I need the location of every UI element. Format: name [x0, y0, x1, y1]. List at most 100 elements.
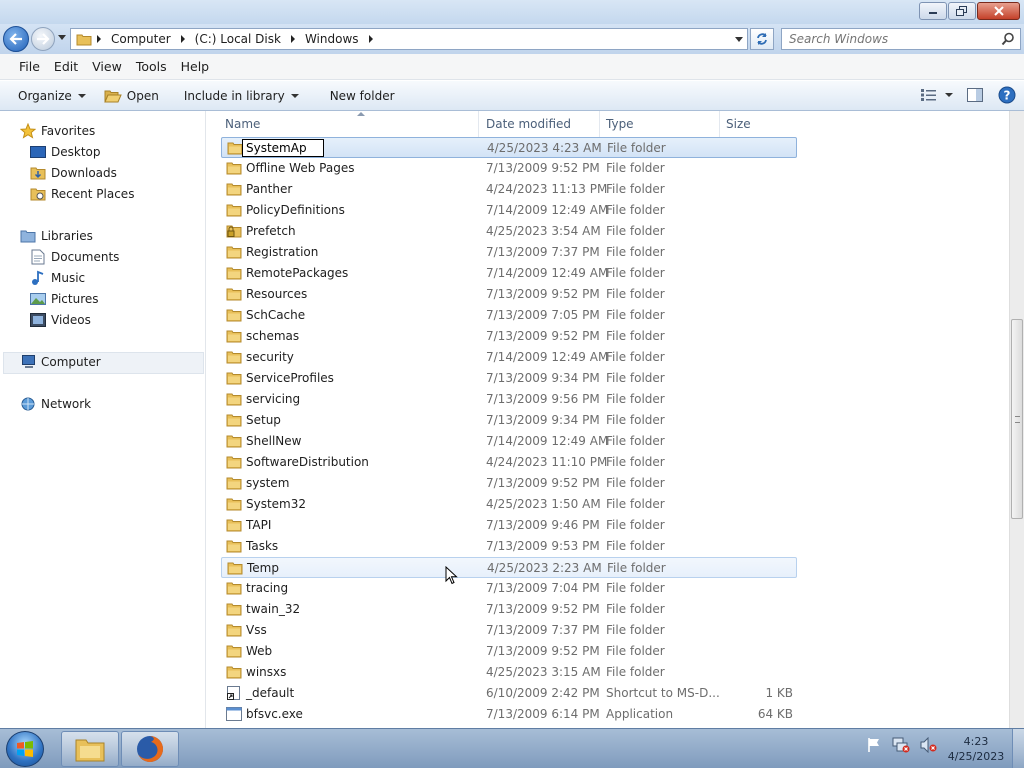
folder-icon — [226, 581, 242, 595]
file-row[interactable]: TAPI 7/13/2009 9:46 PM File folder — [221, 515, 797, 536]
taskbar-clock[interactable]: 4:23 4/25/2023 — [944, 734, 1008, 764]
file-row[interactable]: SchCache 7/13/2009 7:05 PM File folder — [221, 305, 797, 326]
rename-input[interactable] — [242, 139, 324, 157]
file-row[interactable]: twain_32 7/13/2009 9:52 PM File folder — [221, 599, 797, 620]
nav-computer[interactable]: Computer — [20, 352, 101, 372]
forward-button[interactable] — [31, 27, 55, 51]
file-row[interactable]: Vss 7/13/2009 7:37 PM File folder — [221, 620, 797, 641]
menu-help[interactable]: Help — [174, 59, 217, 74]
file-row[interactable]: Web 7/13/2009 9:52 PM File folder — [221, 641, 797, 662]
nav-downloads[interactable]: Downloads — [30, 163, 117, 183]
column-header-date[interactable]: Date modified — [480, 111, 600, 137]
file-row[interactable]: 4/25/2023 4:23 AM File folder — [221, 137, 797, 158]
nav-pictures[interactable]: Pictures — [30, 289, 99, 309]
file-row[interactable]: RemotePackages 7/14/2009 12:49 AM File fol… — [221, 263, 797, 284]
file-date: 7/13/2009 7:37 PM — [486, 623, 600, 637]
breadcrumb-computer[interactable]: Computer — [106, 32, 176, 46]
nav-desktop[interactable]: Desktop — [30, 142, 101, 162]
volume-muted-icon[interactable] — [920, 737, 938, 753]
file-row[interactable]: security 7/14/2009 12:49 AM File folder — [221, 347, 797, 368]
file-row[interactable]: Setup 7/13/2009 9:34 PM File folder — [221, 410, 797, 431]
address-history-dropdown[interactable] — [735, 37, 743, 42]
file-row[interactable]: tracing 7/13/2009 7:04 PM File folder — [221, 578, 797, 599]
nav-recent-places[interactable]: Recent Places — [30, 184, 134, 204]
file-row[interactable]: System32 4/25/2023 1:50 AM File folder — [221, 494, 797, 515]
menu-file[interactable]: File — [12, 59, 47, 74]
file-row[interactable]: SoftwareDistribution 4/24/2023 11:10 PM Fi… — [221, 452, 797, 473]
file-row[interactable]: Registration 7/13/2009 7:37 PM File folder — [221, 242, 797, 263]
nav-network[interactable]: Network — [20, 394, 91, 414]
file-row[interactable]: Temp 4/25/2023 2:23 AM File folder — [221, 557, 797, 578]
address-bar[interactable]: Computer (C:) Local Disk Windows — [70, 28, 748, 50]
organize-label: Organize — [18, 88, 72, 103]
start-button[interactable] — [6, 731, 44, 767]
help-button[interactable]: ? — [994, 83, 1020, 107]
change-view-button[interactable] — [918, 83, 956, 107]
menu-edit[interactable]: Edit — [47, 59, 85, 74]
nav-documents[interactable]: Documents — [30, 247, 119, 267]
folder-icon — [226, 455, 242, 469]
search-input[interactable] — [782, 32, 992, 46]
file-row[interactable]: Resources 7/13/2009 9:52 PM File folder — [221, 284, 797, 305]
file-row[interactable]: Offline Web Pages 7/13/2009 9:52 PM File f… — [221, 158, 797, 179]
open-button[interactable]: Open — [95, 83, 168, 109]
nav-libraries[interactable]: Libraries — [20, 226, 93, 246]
vertical-scrollbar[interactable] — [1009, 111, 1024, 728]
file-date: 4/25/2023 3:15 AM — [486, 665, 601, 679]
menu-view[interactable]: View — [85, 59, 129, 74]
recent-pages-dropdown[interactable] — [58, 35, 66, 40]
preview-pane-button[interactable] — [962, 83, 988, 107]
file-name: Offline Web Pages — [246, 161, 355, 175]
music-icon — [30, 270, 46, 286]
folder-icon — [226, 266, 242, 280]
column-header-size[interactable]: Size — [720, 111, 800, 137]
column-header-name[interactable]: Name — [219, 111, 479, 137]
menu-tools[interactable]: Tools — [129, 59, 174, 74]
minimize-button[interactable] — [919, 2, 947, 20]
breadcrumb-local-disk[interactable]: (C:) Local Disk — [190, 32, 286, 46]
network-icon — [20, 396, 36, 412]
file-row[interactable]: Prefetch 4/25/2023 3:54 AM File folder — [221, 221, 797, 242]
nav-favorites[interactable]: Favorites — [20, 121, 95, 141]
close-button[interactable] — [977, 2, 1020, 20]
folder-icon — [226, 413, 242, 427]
scrollbar-thumb[interactable] — [1011, 319, 1023, 519]
file-date: 4/25/2023 4:23 AM — [487, 141, 602, 155]
taskbar-firefox-button[interactable] — [121, 731, 179, 767]
file-name: Vss — [246, 623, 267, 637]
file-row[interactable]: _default 6/10/2009 2:42 PM Shortcut to MS-… — [221, 683, 797, 704]
file-date: 7/13/2009 9:53 PM — [486, 539, 600, 553]
file-date: 7/14/2009 12:49 AM — [486, 350, 609, 364]
file-row[interactable]: winsxs 4/25/2023 3:15 AM File folder — [221, 662, 797, 683]
search-icon — [1001, 32, 1014, 46]
file-row[interactable]: ShellNew 7/14/2009 12:49 AM File folder — [221, 431, 797, 452]
file-row[interactable]: ServiceProfiles 7/13/2009 9:34 PM File fol… — [221, 368, 797, 389]
include-in-library-button[interactable]: Include in library — [168, 83, 308, 109]
network-disconnected-icon[interactable] — [892, 737, 910, 753]
file-row[interactable]: bfsvc.exe 7/13/2009 6:14 PM Application 64 … — [221, 704, 797, 725]
file-row[interactable]: Panther 4/24/2023 11:13 PM File folder — [221, 179, 797, 200]
file-row[interactable]: system 7/13/2009 9:52 PM File folder — [221, 473, 797, 494]
nav-music[interactable]: Music — [30, 268, 85, 288]
file-row[interactable]: PolicyDefinitions 7/14/2009 12:49 AM File … — [221, 200, 797, 221]
file-type: File folder — [606, 329, 665, 343]
file-row[interactable]: Tasks 7/13/2009 9:53 PM File folder — [221, 536, 797, 557]
organize-button[interactable]: Organize — [0, 83, 95, 109]
show-desktop-button[interactable] — [1012, 729, 1024, 768]
file-type: File folder — [606, 518, 665, 532]
back-button[interactable] — [3, 26, 29, 52]
column-header-type[interactable]: Type — [600, 111, 720, 137]
breadcrumb-windows[interactable]: Windows — [300, 32, 364, 46]
file-row[interactable]: schemas 7/13/2009 9:52 PM File folder — [221, 326, 797, 347]
file-type: Application — [606, 707, 674, 721]
refresh-button[interactable] — [750, 28, 774, 50]
nav-videos[interactable]: Videos — [30, 310, 91, 330]
taskbar-explorer-button[interactable] — [61, 731, 119, 767]
open-folder-icon — [104, 90, 122, 102]
new-folder-button[interactable]: New folder — [308, 83, 404, 109]
action-center-flag-icon[interactable] — [866, 737, 882, 753]
search-box[interactable] — [781, 28, 1021, 50]
maximize-button[interactable] — [948, 2, 976, 20]
file-row[interactable]: servicing 7/13/2009 9:56 PM File folder — [221, 389, 797, 410]
file-name: Resources — [246, 287, 308, 301]
